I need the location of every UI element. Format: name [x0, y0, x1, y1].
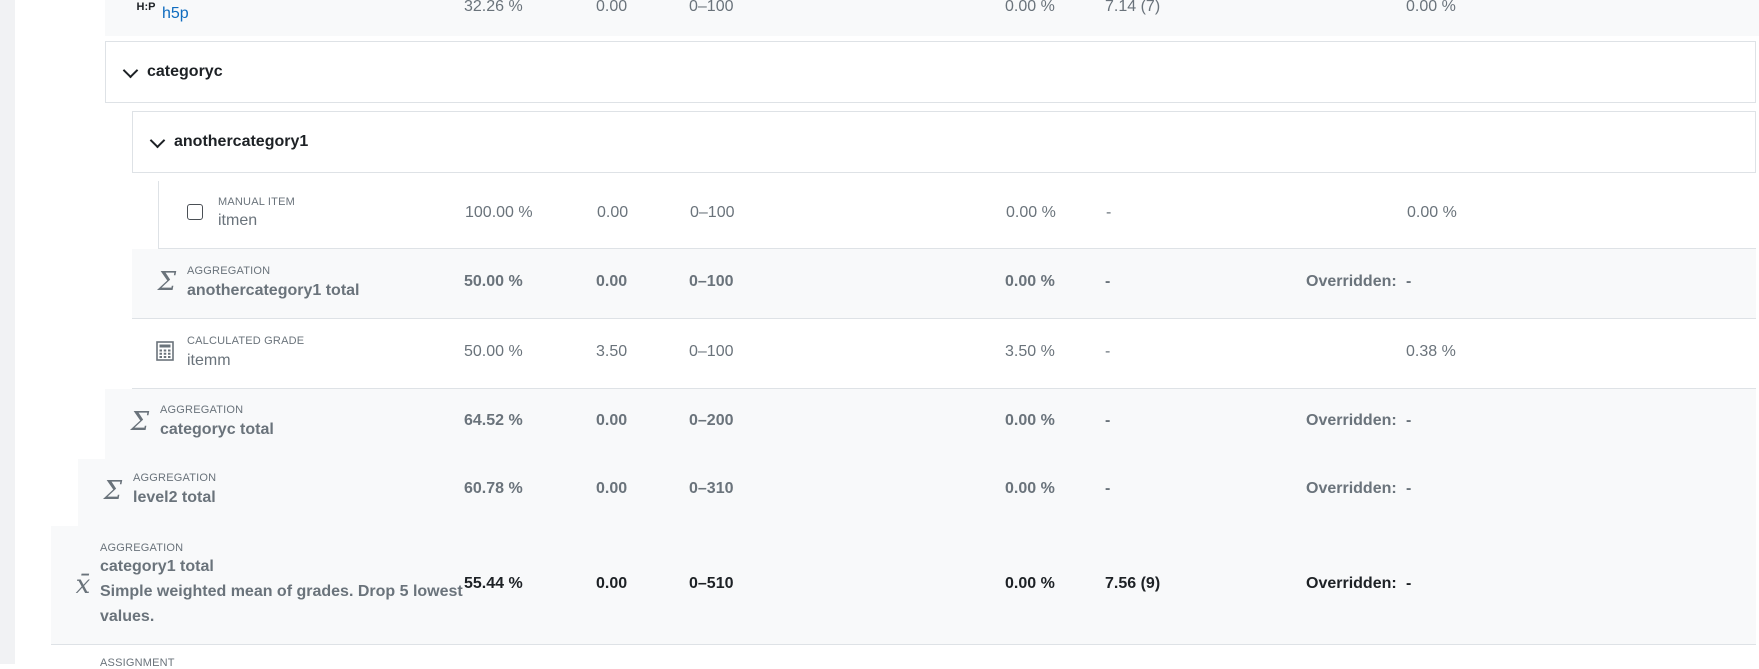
item-link-h5p[interactable]: h5p [162, 5, 189, 23]
table-row-itmen: MANUAL ITEM itmen 100.00 % 0.00 0–100 0.… [158, 181, 1756, 249]
contribution-cell: - [1406, 273, 1412, 290]
contribution-cell: - [1406, 575, 1412, 592]
weight-cell: 60.78 % [464, 480, 523, 497]
item-name: itemm [187, 352, 231, 369]
weight-cell: 50.00 % [464, 273, 523, 290]
grade-cell: 0.00 [596, 480, 628, 497]
sigma-icon: Σ [157, 267, 177, 297]
table-row-next: ASSIGNMENT [51, 645, 1756, 669]
category-header-categoryc: categoryc [105, 41, 1756, 103]
average-cell: - [1105, 480, 1111, 497]
item-name: categoryc total [160, 421, 274, 438]
mean-icon: x̄ [75, 570, 91, 600]
item-name: itmen [218, 212, 258, 229]
weight-cell: 32.26 % [464, 0, 523, 15]
chevron-down-icon[interactable] [122, 62, 139, 79]
item-name: category1 total [100, 558, 214, 575]
contribution-cell: 0.00 % [1407, 204, 1457, 221]
table-row-anothercategory1-total: Σ AGGREGATION anothercategory1 total 50.… [132, 249, 1756, 319]
item-type-label: ASSIGNMENT [100, 657, 175, 669]
weight-cell: 64.52 % [464, 412, 523, 429]
grade-cell: 3.50 [596, 343, 628, 360]
feedback-cell: Overridden: [1306, 412, 1397, 429]
percentage-cell: 0.00 % [1005, 575, 1055, 592]
average-cell: - [1105, 343, 1111, 360]
average-cell: - [1106, 204, 1112, 221]
table-row-categoryc-total: Σ AGGREGATION categoryc total 64.52 % 0.… [105, 389, 1756, 459]
page-left-gutter [0, 0, 15, 664]
percentage-cell: 3.50 % [1005, 343, 1055, 360]
chevron-down-icon[interactable] [149, 132, 166, 149]
aggregation-description: Simple weighted mean of grades. Drop 5 l… [100, 583, 463, 600]
contribution-cell: - [1406, 480, 1412, 497]
range-cell: 0–100 [689, 273, 734, 290]
grade-report-table: H:P h5p 32.26 % 0.00 0–100 0.00 % 7.14 (… [15, 0, 1759, 669]
item-type-label: AGGREGATION [187, 265, 271, 277]
aggregation-description-cont: values. [100, 608, 155, 625]
item-type-label: MANUAL ITEM [218, 196, 295, 208]
range-cell: 0–310 [689, 480, 734, 497]
percentage-cell: 0.00 % [1005, 0, 1055, 15]
table-row-itemm: CALCULATED GRADE itemm 50.00 % 3.50 0–10… [132, 319, 1756, 389]
category-header-anothercategory1: anothercategory1 [132, 111, 1756, 173]
item-name: level2 total [133, 489, 216, 506]
weight-cell: 55.44 % [464, 575, 523, 592]
range-cell: 0–100 [689, 0, 734, 15]
average-cell: 7.14 (7) [1105, 0, 1161, 15]
feedback-cell: Overridden: [1306, 575, 1397, 592]
percentage-cell: 0.00 % [1005, 480, 1055, 497]
weight-cell: 50.00 % [464, 343, 523, 360]
contribution-cell: 0.00 % [1406, 0, 1456, 15]
feedback-cell: Overridden: [1306, 273, 1397, 290]
percentage-cell: 0.00 % [1005, 273, 1055, 290]
range-cell: 0–100 [690, 204, 735, 221]
category-title: categoryc [147, 63, 223, 80]
category-title: anothercategory1 [174, 133, 309, 150]
h5p-icon: H:P [136, 1, 156, 13]
range-cell: 0–100 [689, 343, 734, 360]
weight-cell: 100.00 % [465, 204, 533, 221]
percentage-cell: 0.00 % [1005, 412, 1055, 429]
grade-cell: 0.00 [596, 0, 628, 15]
sigma-icon: Σ [103, 476, 123, 506]
average-cell: 7.56 (9) [1105, 575, 1161, 592]
grade-cell: 0.00 [596, 575, 628, 592]
average-cell: - [1105, 273, 1111, 290]
average-cell: - [1105, 412, 1111, 429]
range-cell: 0–200 [689, 412, 734, 429]
item-type-label: AGGREGATION [133, 472, 217, 484]
table-row-h5p: H:P h5p 32.26 % 0.00 0–100 0.00 % 7.14 (… [105, 0, 1759, 36]
contribution-cell: 0.38 % [1406, 343, 1456, 360]
grade-cell: 0.00 [596, 273, 628, 290]
table-row-category1-total: x̄ AGGREGATION category1 total Simple we… [51, 526, 1756, 645]
grade-cell: 0.00 [596, 412, 628, 429]
sigma-icon: Σ [130, 407, 150, 437]
feedback-cell: Overridden: [1306, 480, 1397, 497]
checkbox-icon [187, 204, 203, 220]
percentage-cell: 0.00 % [1006, 204, 1056, 221]
item-type-label: AGGREGATION [100, 542, 184, 554]
item-name: anothercategory1 total [187, 282, 360, 299]
table-row-level2-total: Σ AGGREGATION level2 total 60.78 % 0.00 … [78, 459, 1756, 526]
item-type-label: CALCULATED GRADE [187, 335, 305, 347]
range-cell: 0–510 [689, 575, 734, 592]
item-type-label: AGGREGATION [160, 404, 244, 416]
contribution-cell: - [1406, 412, 1412, 429]
calculator-icon [156, 341, 174, 361]
grade-cell: 0.00 [597, 204, 629, 221]
